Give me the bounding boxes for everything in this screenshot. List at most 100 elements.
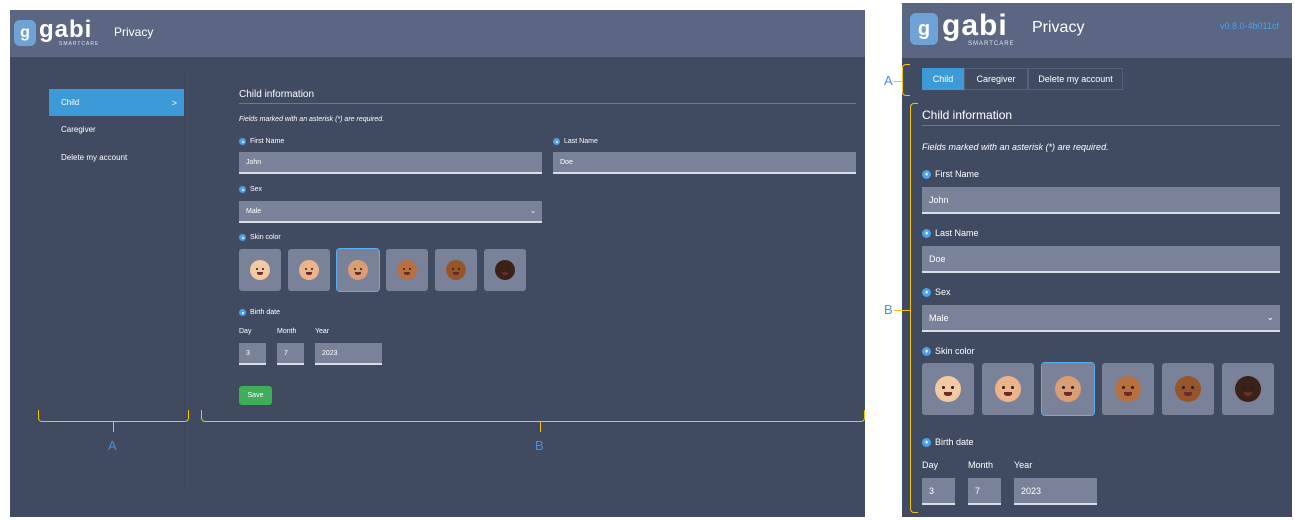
sex-select[interactable]: Male ⌄ (239, 201, 542, 223)
section-title: Child information (239, 89, 315, 100)
skin-color-option[interactable] (1222, 363, 1274, 415)
section-divider (922, 125, 1280, 126)
last-name-label: Last Name (922, 228, 979, 238)
annotation-bracket-a (38, 410, 189, 422)
sidebar-item-delete-account[interactable]: Delete my account (49, 144, 185, 171)
baby-face-icon (446, 260, 466, 280)
info-icon (239, 138, 246, 145)
sex-label: Sex (239, 186, 262, 193)
page-title: Privacy (114, 25, 154, 39)
page-title: Privacy (1032, 19, 1085, 36)
first-name-field[interactable]: John (239, 152, 542, 174)
skin-color-option[interactable] (288, 249, 330, 291)
skin-color-option[interactable] (435, 249, 477, 291)
tab-delete-account[interactable]: Delete my account (1028, 68, 1123, 90)
last-name-label: Last Name (553, 138, 598, 145)
birth-date-label: Birth date (239, 309, 280, 316)
mobile-view: g gabi SMARTCARE Privacy v0.8.0-4b011cf … (902, 3, 1292, 517)
skin-color-label: Skin color (922, 346, 975, 356)
baby-face-icon (348, 260, 368, 280)
skin-color-option[interactable] (1041, 362, 1095, 416)
year-label: Year (1014, 460, 1033, 470)
save-button[interactable]: Save (239, 386, 272, 405)
baby-face-icon (397, 260, 417, 280)
desktop-view: g gabi SMARTCARE Privacy Child > Caregiv… (10, 10, 865, 517)
baby-face-icon (1115, 376, 1141, 402)
annotation-label-a: A (108, 438, 117, 453)
month-label: Month (968, 460, 994, 470)
sidebar-item-label: Caregiver (61, 125, 96, 134)
chevron-down-icon: ⌄ (530, 208, 536, 215)
annotation-tick-a (894, 81, 902, 82)
logo-subtext: SMARTCARE (59, 41, 100, 47)
section-title: Child information (922, 108, 1013, 122)
skin-color-option[interactable] (1102, 363, 1154, 415)
annotation-label-b: B (884, 302, 893, 317)
month-field[interactable]: 7 (277, 343, 304, 365)
sidebar-item-child[interactable]: Child > (49, 89, 185, 116)
month-field[interactable]: 7 (968, 478, 1001, 505)
annotation-tick-b (894, 310, 910, 311)
year-field[interactable]: 2023 (1014, 478, 1097, 505)
logo-text: gabi (942, 9, 1008, 42)
baby-face-icon (935, 376, 961, 402)
baby-face-icon (299, 260, 319, 280)
year-field[interactable]: 2023 (315, 343, 382, 365)
baby-face-icon (1055, 376, 1081, 402)
sidebar-item-caregiver[interactable]: Caregiver (49, 116, 185, 143)
skin-color-option[interactable] (1162, 363, 1214, 415)
logo-badge: g (14, 19, 36, 46)
sex-label: Sex (922, 287, 951, 297)
sidebar-divider (184, 70, 185, 490)
skin-color-option[interactable] (922, 363, 974, 415)
chevron-right-icon: > (171, 97, 177, 108)
annotation-label-b: B (535, 438, 544, 453)
info-icon (553, 138, 560, 145)
annotation-label-a: A (884, 73, 893, 88)
year-label: Year (315, 328, 330, 335)
tab-child[interactable]: Child (922, 68, 964, 90)
top-bar: g gabi SMARTCARE Privacy (10, 10, 865, 57)
info-icon (239, 186, 246, 193)
info-icon (239, 234, 246, 241)
logo: g gabi SMARTCARE (910, 11, 1015, 47)
info-icon (239, 309, 246, 316)
skin-color-option[interactable] (982, 363, 1034, 415)
info-icon (922, 228, 931, 238)
info-icon (922, 437, 931, 447)
baby-face-icon (250, 260, 270, 280)
skin-color-option[interactable] (484, 249, 526, 291)
annotation-tick-a (113, 422, 114, 432)
sex-select[interactable]: Male ⌄ (922, 305, 1280, 332)
annotation-bracket-b (910, 103, 918, 513)
section-divider (239, 103, 856, 104)
skin-color-option[interactable] (336, 248, 380, 292)
info-icon (922, 287, 931, 297)
day-field[interactable]: 3 (239, 343, 266, 365)
day-label: Day (922, 460, 939, 470)
baby-face-icon (1235, 376, 1261, 402)
day-field[interactable]: 3 (922, 478, 955, 505)
last-name-field[interactable]: Doe (553, 152, 856, 174)
annotation-tick-b (540, 422, 541, 432)
chevron-down-icon: ⌄ (1266, 312, 1274, 322)
birth-date-label: Birth date (922, 437, 974, 447)
skin-color-option[interactable] (386, 249, 428, 291)
last-name-field[interactable]: Doe (922, 246, 1280, 273)
sidebar-item-label: Child (61, 98, 80, 107)
baby-face-icon (995, 376, 1021, 402)
tab-caregiver[interactable]: Caregiver (964, 68, 1028, 90)
first-name-field[interactable]: John (922, 187, 1280, 214)
logo-subtext: SMARTCARE (968, 41, 1015, 47)
annotation-bracket-a (902, 64, 910, 96)
logo: g gabi SMARTCARE (14, 18, 99, 47)
sidebar-item-label: Delete my account (61, 153, 128, 162)
info-icon (922, 169, 931, 179)
skin-color-option[interactable] (239, 249, 281, 291)
version-label: v0.8.0-4b011cf (1220, 21, 1279, 31)
first-name-label: First Name (922, 169, 979, 179)
baby-face-icon (495, 260, 515, 280)
day-label: Day (239, 328, 252, 335)
required-note: Fields marked with an asterisk (*) are r… (239, 116, 385, 123)
annotation-bracket-b (201, 410, 865, 422)
